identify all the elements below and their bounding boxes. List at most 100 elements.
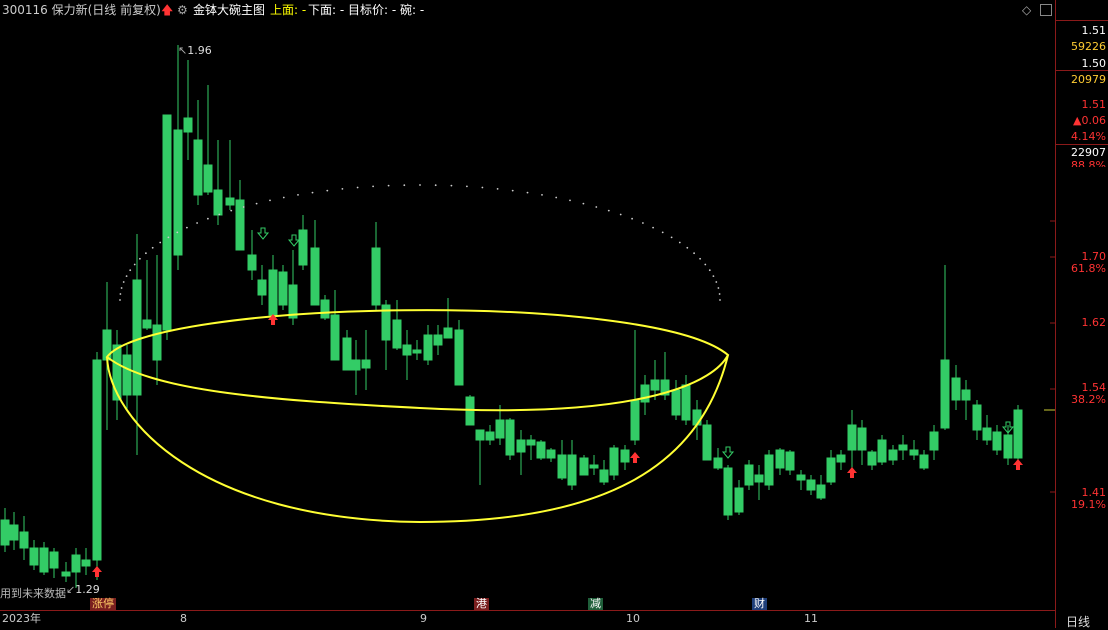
- candle-body: [713, 457, 723, 469]
- low-price-label: ↙1.29: [66, 583, 100, 596]
- event-tag-hk[interactable]: 港: [474, 598, 489, 610]
- candle-body: [546, 449, 556, 459]
- candle-body: [351, 359, 361, 371]
- candle-body: [982, 427, 992, 441]
- candle-body: [162, 114, 172, 331]
- dotted-arc-point: [661, 231, 664, 234]
- dotted-arc-point: [670, 236, 673, 239]
- sell-arrow-icon: [287, 234, 301, 247]
- quote-price-1: 1.51: [1081, 24, 1107, 37]
- candle-body: [630, 399, 640, 441]
- dotted-arc-point: [167, 236, 170, 239]
- candle-body: [152, 324, 162, 361]
- candle-body: [392, 319, 402, 349]
- low-pointer-icon: ↙: [66, 583, 76, 596]
- event-tag-limit-up[interactable]: 涨停: [90, 598, 116, 610]
- candle-body: [992, 431, 1002, 451]
- dotted-arc-point: [125, 275, 128, 277]
- axis-pct-191: 19.1%: [1071, 498, 1106, 511]
- quote-volume-1: 59226: [1071, 40, 1106, 53]
- event-tag-finance[interactable]: 财: [752, 598, 767, 610]
- axis-pct-382: 38.2%: [1071, 393, 1106, 406]
- price-change: ▲0.06: [1073, 114, 1106, 127]
- candle-body: [49, 551, 59, 569]
- candle-body: [342, 337, 352, 371]
- dotted-arc-point: [434, 184, 437, 187]
- dotted-arc-point: [282, 196, 285, 199]
- dotted-arc-point: [230, 209, 233, 212]
- candle-body: [213, 189, 223, 216]
- candle-body: [775, 449, 785, 469]
- candle-body: [589, 464, 599, 469]
- quote-volume-2: 20979: [1071, 73, 1106, 86]
- candle-body: [847, 424, 857, 451]
- candle-body: [536, 441, 546, 459]
- x-label-year: 2023年: [2, 612, 41, 625]
- candle-body: [951, 377, 961, 401]
- candle-body: [495, 419, 505, 439]
- candle-body: [744, 464, 754, 486]
- candle-body: [526, 439, 536, 446]
- candle-body: [650, 379, 660, 391]
- candle-body: [485, 431, 495, 441]
- dotted-arc-point: [151, 246, 154, 249]
- candle-body: [671, 389, 681, 416]
- candle-body: [203, 164, 213, 193]
- dotted-arc-point: [311, 191, 314, 194]
- dotted-arc-point: [129, 269, 132, 272]
- candle-body: [320, 299, 330, 319]
- candle-body: [443, 327, 453, 339]
- candle-body: [796, 474, 806, 481]
- candle-body: [1013, 409, 1023, 459]
- candle-body: [310, 247, 320, 306]
- dotted-arc-point: [715, 281, 718, 283]
- time-axis-divider: [0, 610, 1056, 611]
- candle-body: [692, 409, 702, 426]
- dotted-arc-point: [717, 287, 720, 289]
- candle-body: [0, 519, 10, 546]
- candle-body: [557, 454, 567, 479]
- event-tag-reduce[interactable]: 减: [588, 598, 603, 610]
- dotted-arc-point: [631, 217, 633, 220]
- dotted-arc-point: [218, 213, 221, 216]
- candle-body: [940, 359, 950, 429]
- dotted-arc-point: [119, 293, 122, 295]
- dotted-arc-point: [255, 202, 258, 205]
- candle-body: [268, 269, 278, 316]
- candle-body: [599, 469, 609, 483]
- dotted-arc-point: [708, 269, 711, 272]
- buy-arrow-icon: [630, 452, 640, 463]
- period-button[interactable]: 日线: [1066, 613, 1090, 630]
- candle-body: [579, 457, 589, 476]
- high-price-label: ↖1.96: [178, 44, 212, 57]
- candle-body: [505, 419, 515, 456]
- dotted-arc-point: [176, 231, 179, 234]
- dotted-arc-point: [686, 246, 689, 249]
- candle-body: [361, 359, 371, 369]
- kline-chart[interactable]: [0, 0, 1108, 628]
- candle-body: [9, 524, 19, 541]
- dotted-arc-point: [511, 189, 514, 192]
- dotted-arc-point: [595, 206, 598, 208]
- dotted-arc-point: [207, 217, 209, 220]
- candle-body: [972, 404, 982, 431]
- candle-body: [29, 547, 39, 566]
- dotted-arc-point: [607, 209, 610, 212]
- dotted-arc-point: [119, 299, 121, 301]
- dotted-arc-point: [122, 281, 125, 283]
- quote-price-2: 1.50: [1081, 57, 1107, 70]
- dotted-arc-point: [693, 252, 695, 255]
- sell-arrow-icon: [721, 446, 735, 459]
- candle-body: [961, 389, 971, 401]
- axis-price-162: 1.62: [1081, 316, 1107, 329]
- candle-body: [723, 467, 733, 516]
- dotted-arc-point: [466, 185, 468, 188]
- candle-body: [816, 484, 826, 499]
- dotted-arc-point: [297, 194, 299, 196]
- dotted-arc-point: [186, 226, 188, 229]
- candle-body: [857, 427, 867, 451]
- candle-body: [826, 457, 836, 483]
- axis-pct-618: 61.8%: [1071, 262, 1106, 275]
- candle-body: [836, 454, 846, 463]
- dotted-arc-point: [450, 184, 453, 187]
